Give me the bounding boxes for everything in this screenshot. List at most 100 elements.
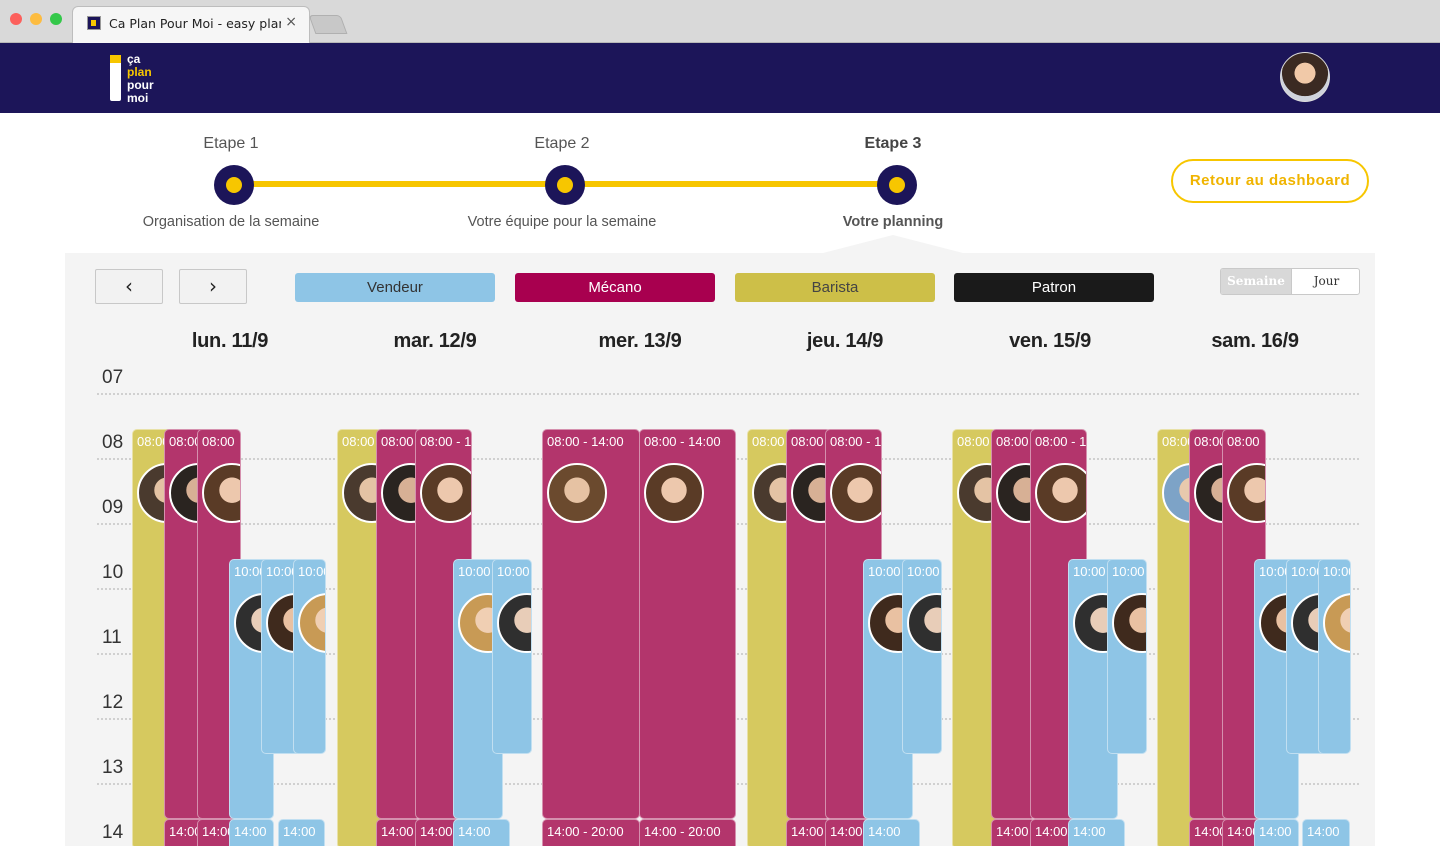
shift-block-vendeur[interactable]: 10:00 [293, 559, 326, 754]
user-avatar[interactable] [1280, 52, 1330, 102]
shift-block-mecano[interactable]: 08:00 - 14:00 [542, 429, 640, 819]
new-tab-button[interactable] [308, 15, 348, 34]
day-header: ven. 15/9 [1009, 330, 1091, 352]
shift-time: 08:00 - 14:00 [420, 434, 472, 449]
shift-time: 14:00 [830, 824, 863, 839]
shift-time: 10:00 [868, 564, 901, 579]
shift-block-vendeur[interactable]: 14:00 [1254, 819, 1299, 846]
shift-block-vendeur[interactable]: 14:00 [278, 819, 325, 846]
browser-tab[interactable]: Ca Plan Pour Moi - easy planning × [72, 6, 310, 43]
employee-avatar[interactable] [1112, 593, 1146, 653]
chevron-left-icon: ‹ [125, 274, 133, 298]
employee-avatar[interactable] [202, 463, 240, 523]
shift-time: 08:00 [342, 434, 375, 449]
shift-time: 08:00 [752, 434, 785, 449]
shift-time: 14:00 - 20:00 [547, 824, 624, 839]
employee-avatar[interactable] [644, 463, 704, 523]
shift-block-vendeur[interactable]: 10:00 [492, 559, 532, 754]
browser-chrome: Ca Plan Pour Moi - easy planning × [0, 0, 1440, 43]
employee-avatar[interactable] [830, 463, 881, 523]
app-logo[interactable]: ça plan pour moi [110, 53, 166, 105]
shift-time: 08:00 - 14:00 [1035, 434, 1087, 449]
step-1-label: Etape 1 [203, 135, 259, 152]
employee-avatar[interactable] [298, 593, 325, 653]
shift-time: 10:00 [1073, 564, 1106, 579]
shift-block-vendeur[interactable]: 10:00 [1318, 559, 1351, 754]
step-1-dot[interactable] [214, 165, 254, 205]
legend-patron[interactable]: Patron [954, 273, 1154, 302]
shift-time: 14:00 - 20:00 [644, 824, 721, 839]
shift-time: 10:00 [458, 564, 491, 579]
shift-time: 14:00 [1307, 824, 1340, 839]
tab-title: Ca Plan Pour Moi - easy planning [109, 16, 281, 31]
view-day-button[interactable]: Jour [1291, 269, 1359, 294]
employee-avatar[interactable] [1035, 463, 1086, 523]
shift-block-mecano[interactable]: 08:00 - 14:00 [639, 429, 736, 819]
shift-time: 08:00 [791, 434, 824, 449]
shift-block-vendeur[interactable]: 14:00 [453, 819, 510, 846]
shift-time: 08:00 [1227, 434, 1260, 449]
shift-time: 14:00 [1035, 824, 1068, 839]
shift-block-vendeur[interactable]: 10:00 [1107, 559, 1147, 754]
shift-block-mecano[interactable]: 14:00 - 20:00 [542, 819, 640, 846]
shift-block-vendeur[interactable]: 14:00 [1302, 819, 1350, 846]
legend-mecano[interactable]: Mécano [515, 273, 715, 302]
tab-close-icon[interactable]: × [285, 14, 297, 30]
step-2-dot[interactable] [545, 165, 585, 205]
step-2-label: Etape 2 [534, 135, 590, 152]
shift-block-mecano[interactable]: 14:00 - 20:00 [639, 819, 736, 846]
employee-avatar[interactable] [907, 593, 941, 653]
shift-block-vendeur[interactable]: 10:00 [902, 559, 942, 754]
shift-time: 14:00 [381, 824, 414, 839]
maximize-window-dot[interactable] [50, 13, 62, 25]
shift-time: 14:00 [234, 824, 267, 839]
back-to-dashboard-button[interactable]: Retour au dashboard [1171, 159, 1369, 203]
shift-time: 10:00 [907, 564, 940, 579]
step-1-sublabel: Organisation de la semaine [142, 214, 320, 230]
hour-gridline [97, 393, 1359, 395]
next-week-button[interactable]: › [179, 269, 247, 304]
legend-barista[interactable]: Barista [735, 273, 935, 302]
shift-time: 10:00 [298, 564, 325, 579]
shift-block-vendeur[interactable]: 14:00 [1068, 819, 1125, 846]
legend-vendeur[interactable]: Vendeur [295, 273, 495, 302]
shift-time: 08:00 [202, 434, 235, 449]
day-header: mar. 12/9 [393, 330, 477, 352]
stepper-progress-line [582, 181, 894, 187]
app-header: ça plan pour moi [0, 43, 1440, 113]
panel-pointer [823, 235, 963, 253]
employee-avatar[interactable] [420, 463, 471, 523]
employee-avatar[interactable] [1323, 593, 1350, 653]
logo-line: moi [127, 91, 149, 105]
employee-avatar[interactable] [1227, 463, 1265, 523]
shift-time: 08:00 - 14:00 [830, 434, 882, 449]
step-3-dot[interactable] [877, 165, 917, 205]
shift-time: 10:00 [1323, 564, 1350, 579]
employee-avatar[interactable] [497, 593, 531, 653]
close-window-dot[interactable] [10, 13, 22, 25]
employee-avatar[interactable] [547, 463, 607, 523]
shift-time: 14:00 [868, 824, 901, 839]
day-header: jeu. 14/9 [806, 330, 884, 352]
step-3-label: Etape 3 [864, 135, 922, 152]
step-3-sublabel: Votre planning [842, 214, 944, 230]
shift-time: 14:00 [1259, 824, 1292, 839]
shift-time: 14:00 [996, 824, 1029, 839]
shift-block-vendeur[interactable]: 14:00 [863, 819, 920, 846]
prev-week-button[interactable]: ‹ [95, 269, 163, 304]
favicon-icon [87, 16, 101, 30]
shift-time: 14:00 [791, 824, 824, 839]
minimize-window-dot[interactable] [30, 13, 42, 25]
view-week-button[interactable]: Semaine [1221, 269, 1291, 294]
stepper-progress-line [250, 181, 564, 187]
shift-time: 08:00 [381, 434, 414, 449]
shift-block-vendeur[interactable]: 14:00 [229, 819, 274, 846]
view-toggle: Semaine Jour [1220, 268, 1360, 295]
shift-time: 10:00 [1112, 564, 1145, 579]
day-header: sam. 16/9 [1211, 330, 1299, 352]
shift-time: 08:00 - 14:00 [547, 434, 624, 449]
shift-time: 14:00 [458, 824, 491, 839]
logo-bar-icon [110, 55, 121, 101]
shift-time: 14:00 [1073, 824, 1106, 839]
shift-time: 14:00 [283, 824, 316, 839]
